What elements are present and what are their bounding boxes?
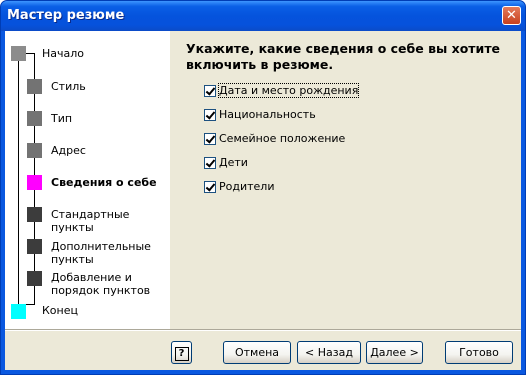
wizard-window: Мастер резюме ✕ Начало Стиль Тип Адрес С… bbox=[0, 0, 526, 375]
close-button[interactable]: ✕ bbox=[502, 6, 521, 25]
button-separator bbox=[5, 329, 521, 331]
option-children[interactable]: Дети bbox=[219, 156, 248, 169]
step-marker-personal-info bbox=[27, 175, 42, 190]
step-additional-items[interactable]: Дополнительные пункты bbox=[51, 240, 161, 266]
option-birth-date[interactable]: Дата и место рождения bbox=[217, 83, 360, 98]
step-order-items[interactable]: Добавление и порядок пунктов bbox=[51, 271, 156, 297]
back-button[interactable]: < Назад bbox=[297, 341, 361, 364]
step-marker-type bbox=[27, 111, 42, 126]
step-marker-end bbox=[11, 304, 26, 319]
step-marker-address bbox=[27, 143, 42, 158]
checkbox-marital-status[interactable] bbox=[204, 133, 216, 145]
step-personal-info[interactable]: Сведения о себе bbox=[51, 176, 157, 189]
checkbox-birth-date[interactable] bbox=[204, 85, 216, 97]
help-icon: ? bbox=[174, 347, 189, 361]
step-start[interactable]: Начало bbox=[42, 47, 84, 60]
window-title: Мастер резюме bbox=[7, 8, 125, 23]
step-marker-start bbox=[11, 46, 26, 61]
steps-tree-line bbox=[18, 46, 19, 304]
help-button[interactable]: ? bbox=[171, 341, 192, 364]
step-connector bbox=[26, 53, 35, 54]
wizard-body: Начало Стиль Тип Адрес Сведения о себе С… bbox=[5, 31, 521, 370]
steps-pane: Начало Стиль Тип Адрес Сведения о себе С… bbox=[5, 31, 170, 329]
cancel-button[interactable]: Отмена bbox=[223, 341, 291, 364]
option-parents[interactable]: Родители bbox=[219, 180, 274, 193]
finish-button[interactable]: Готово bbox=[445, 341, 513, 364]
checkbox-parents[interactable] bbox=[204, 181, 216, 193]
next-button[interactable]: Далее > bbox=[366, 341, 423, 364]
step-marker-style bbox=[27, 79, 42, 94]
page-heading: Укажите, какие сведения о себе вы хотите… bbox=[186, 41, 501, 72]
option-marital-status[interactable]: Семейное положение bbox=[219, 132, 345, 145]
step-marker-additional-items bbox=[27, 239, 42, 254]
step-marker-standard-items bbox=[27, 207, 42, 222]
step-style[interactable]: Стиль bbox=[51, 80, 86, 93]
step-type[interactable]: Тип bbox=[51, 112, 72, 125]
step-marker-order-items bbox=[27, 271, 42, 286]
step-end[interactable]: Конец bbox=[42, 304, 78, 317]
step-address[interactable]: Адрес bbox=[51, 144, 86, 157]
option-nationality[interactable]: Национальность bbox=[219, 108, 316, 121]
checkbox-children[interactable] bbox=[204, 157, 216, 169]
step-standard-items[interactable]: Стандартные пункты bbox=[51, 208, 170, 234]
checkbox-nationality[interactable] bbox=[204, 109, 216, 121]
close-icon: ✕ bbox=[506, 8, 517, 23]
title-bar[interactable]: Мастер резюме ✕ bbox=[1, 1, 525, 31]
